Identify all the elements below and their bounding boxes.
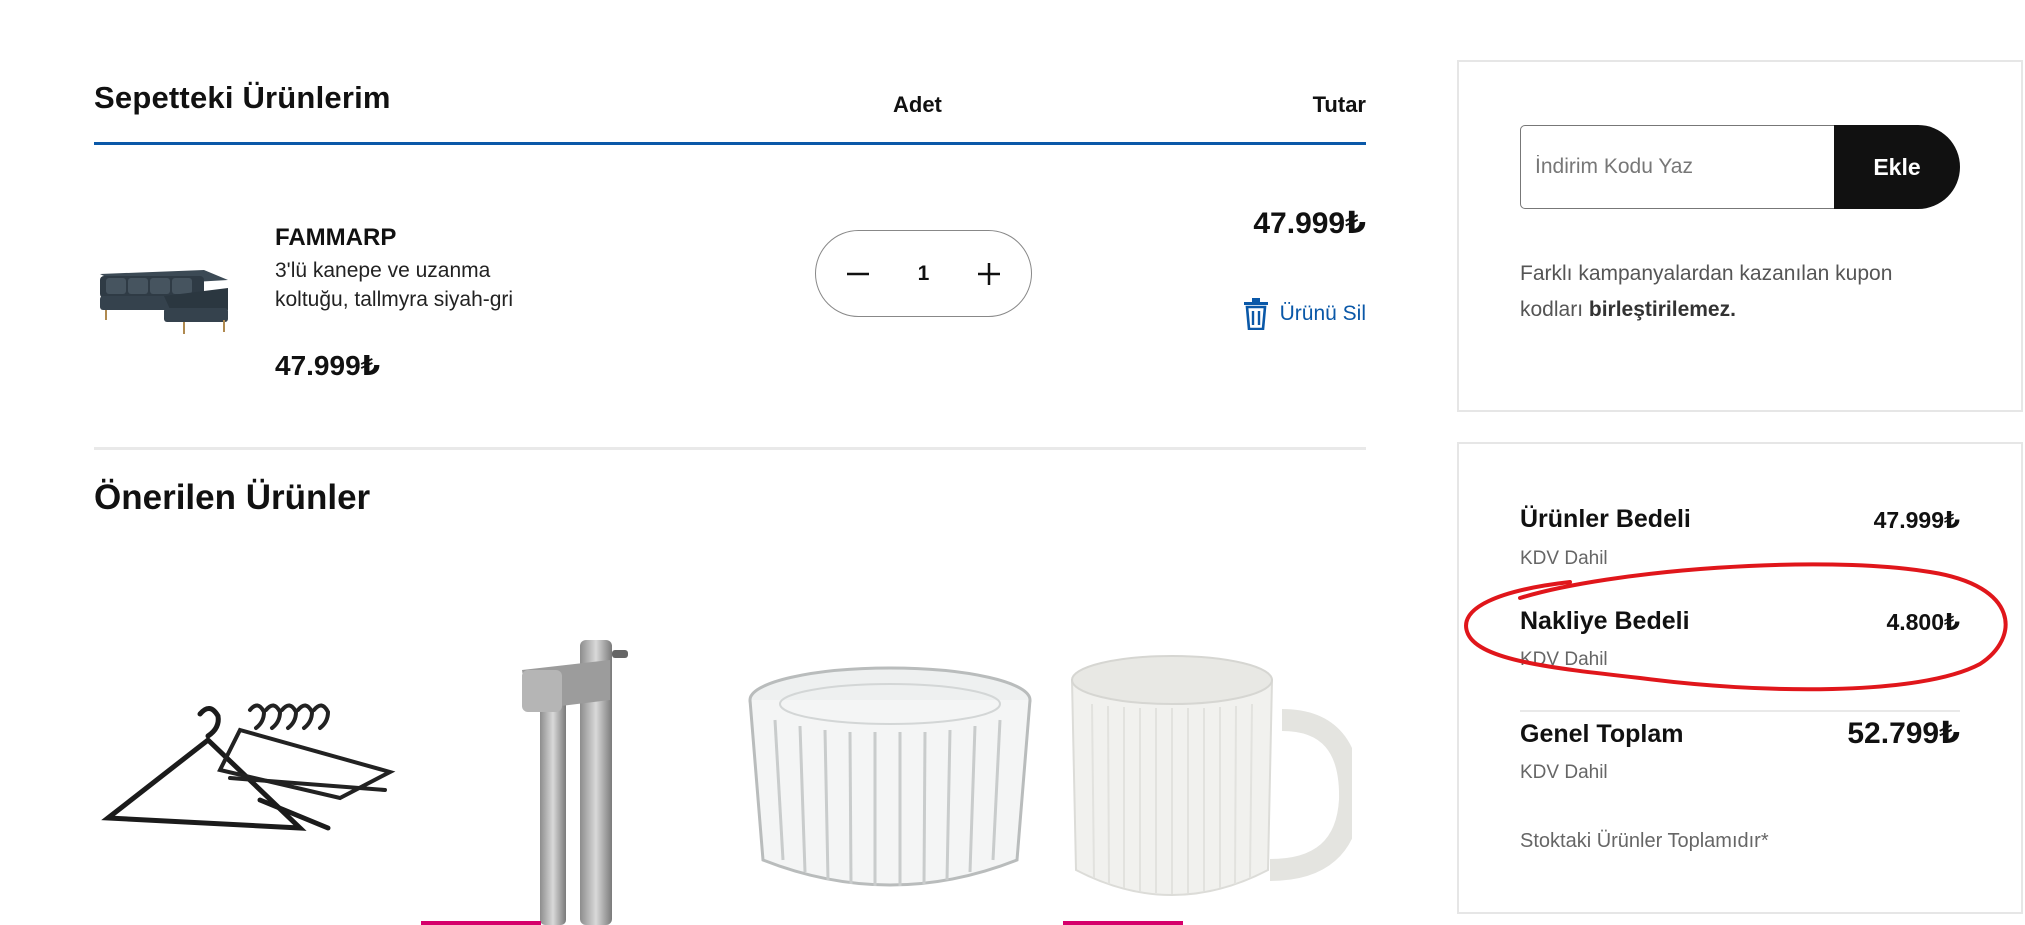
coupon-panel [1457,60,2023,412]
trash-icon [1243,298,1268,330]
product-name[interactable]: FAMMARP [275,224,396,252]
line-total: 47.999₺ [1253,207,1366,240]
ribbed-mug-image[interactable] [1062,650,1352,920]
products-total-value: 47.999₺ [1873,507,1960,533]
remove-item-button[interactable]: Ürünü Sil [1242,298,1366,330]
stock-note: Stoktaki Ürünler Toplamıdır* [1520,830,1769,852]
hangers-image[interactable] [100,700,400,860]
summary-divider [1520,710,1960,712]
quantity-stepper: 1 [815,230,1032,317]
shipping-value: 4.800₺ [1886,609,1960,635]
column-header-total: Tutar [1312,92,1366,117]
cart-title: Sepetteki Ürünlerim [94,80,391,115]
decrease-quantity-button[interactable] [838,254,878,294]
coupon-note-bold: birleştirilemez. [1588,298,1736,321]
cart-header-divider [94,142,1366,145]
product-unit-price: 47.999₺ [275,350,381,381]
grand-total-value: 52.799₺ [1847,717,1960,750]
promo-underline [421,921,541,925]
shipping-label: Nakliye Bedeli [1520,607,1690,635]
coupon-note: Farklı kampanyalardan kazanılan kupon ko… [1520,256,1940,328]
increase-quantity-button[interactable] [969,254,1009,294]
column-header-quantity: Adet [893,92,942,117]
products-total-label: Ürünler Bedeli [1520,505,1691,533]
grand-total-label: Genel Toplam [1520,720,1684,748]
minus-icon [847,272,869,275]
plus-icon [978,262,1000,285]
products-vat-note: KDV Dahil [1520,548,1608,569]
remove-item-label: Ürünü Sil [1279,302,1366,325]
recommended-title: Önerilen Ürünler [94,478,371,517]
glass-tealight-holder-image[interactable] [745,660,1035,900]
section-divider [94,447,1366,450]
apply-coupon-button[interactable]: Ekle [1834,125,1960,209]
garlic-press-image[interactable] [500,640,640,925]
grand-total-vat-note: KDV Dahil [1520,762,1608,783]
coupon-code-input[interactable] [1520,125,1836,209]
quantity-value: 1 [917,261,930,285]
product-description: 3'lü kanepe ve uzanma koltuğu, tallmyra … [275,259,514,311]
product-image-sofa[interactable] [94,240,234,350]
promo-underline [1063,921,1183,925]
shipping-vat-note: KDV Dahil [1520,649,1608,670]
